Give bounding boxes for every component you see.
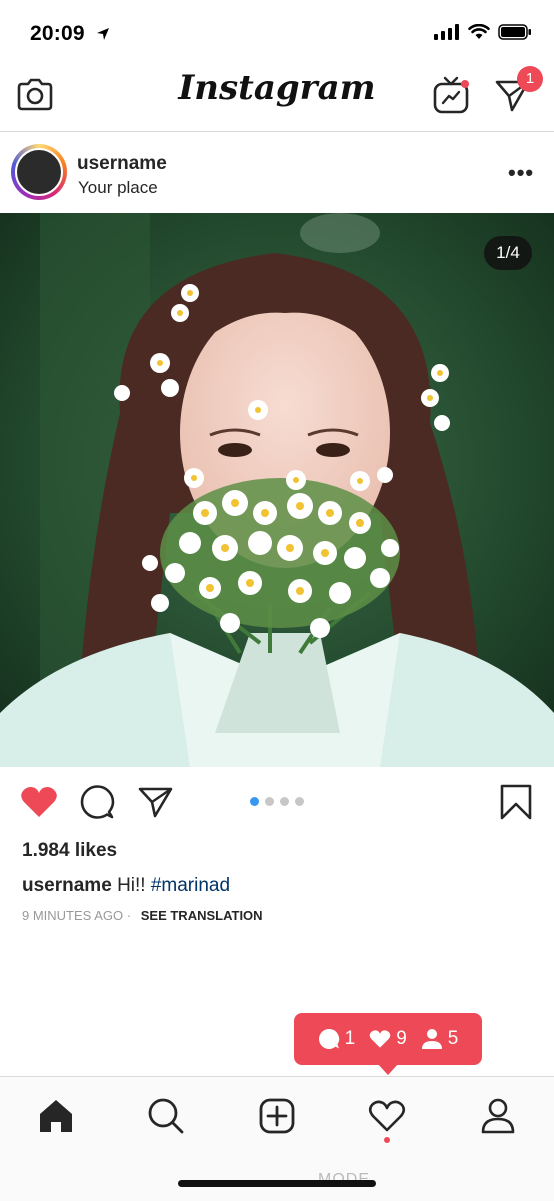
heart-icon (369, 1030, 391, 1048)
more-options-icon[interactable]: ••• (508, 160, 534, 186)
tab-add-post[interactable] (257, 1096, 297, 1136)
avatar[interactable] (15, 148, 63, 196)
activity-comments: 1 (318, 1028, 356, 1050)
carousel-dot-active (250, 797, 259, 806)
status-bar: 20:09 (0, 0, 554, 60)
post-meta: 9 MINUTES AGO · SEE TRANSLATION (22, 908, 263, 923)
activity-likes-count: 9 (396, 1028, 407, 1049)
signal-bars-icon (434, 24, 459, 40)
tab-activity[interactable] (367, 1096, 407, 1136)
activity-likes: 9 (369, 1028, 407, 1050)
meta-separator: · (126, 908, 132, 923)
bookmark-icon[interactable] (500, 784, 532, 820)
battery-icon (498, 24, 531, 40)
igtv-icon[interactable] (432, 75, 470, 115)
search-icon (148, 1098, 184, 1134)
carousel-indicator (250, 797, 304, 806)
tab-home[interactable] (36, 1096, 76, 1136)
header-divider (0, 131, 554, 132)
location-arrow-icon (97, 28, 109, 40)
caption-username[interactable]: username (22, 875, 112, 896)
see-translation-link[interactable]: SEE TRANSLATION (141, 908, 263, 923)
wifi-icon (468, 24, 490, 39)
home-indicator[interactable] (178, 1180, 376, 1187)
post-time-ago: 9 MINUTES AGO (22, 908, 124, 923)
status-time: 20:09 (30, 22, 85, 45)
activity-follows-count: 5 (447, 1028, 459, 1049)
caption-hashtag[interactable]: #marinad (151, 875, 230, 896)
carousel-dot (280, 797, 289, 806)
activity-tooltip[interactable]: 1 9 5 (294, 1013, 482, 1065)
person-icon (421, 1029, 442, 1049)
caption-text: Hi!! (117, 875, 146, 896)
likes-count[interactable]: 1.984 likes (22, 840, 117, 862)
carousel-dot (265, 797, 274, 806)
app-logo: Instagram (178, 68, 376, 108)
activity-heart-icon (368, 1100, 406, 1132)
tab-search[interactable] (146, 1096, 186, 1136)
add-post-icon (259, 1098, 295, 1134)
home-icon (40, 1100, 72, 1132)
activity-follows: 5 (421, 1028, 459, 1050)
status-icons (434, 24, 532, 40)
post-image[interactable] (0, 213, 554, 767)
tooltip-arrow (377, 1063, 399, 1075)
tab-profile[interactable] (478, 1096, 518, 1136)
image-counter: 1/4 (484, 236, 532, 270)
post-caption: username Hi!! #marinad (22, 875, 230, 897)
notification-badge: 1 (517, 66, 543, 92)
activity-comments-count: 1 (344, 1028, 356, 1049)
carousel-dot (295, 797, 304, 806)
portrait-illustration (0, 213, 554, 767)
like-heart-icon[interactable] (20, 785, 58, 819)
post-username[interactable]: username (77, 153, 167, 175)
profile-icon (481, 1098, 515, 1134)
share-icon[interactable] (138, 786, 174, 818)
comment-icon[interactable] (79, 785, 115, 821)
activity-indicator-dot (384, 1137, 390, 1143)
post-location[interactable]: Your place (78, 178, 158, 198)
comment-bubble-icon (318, 1028, 339, 1049)
